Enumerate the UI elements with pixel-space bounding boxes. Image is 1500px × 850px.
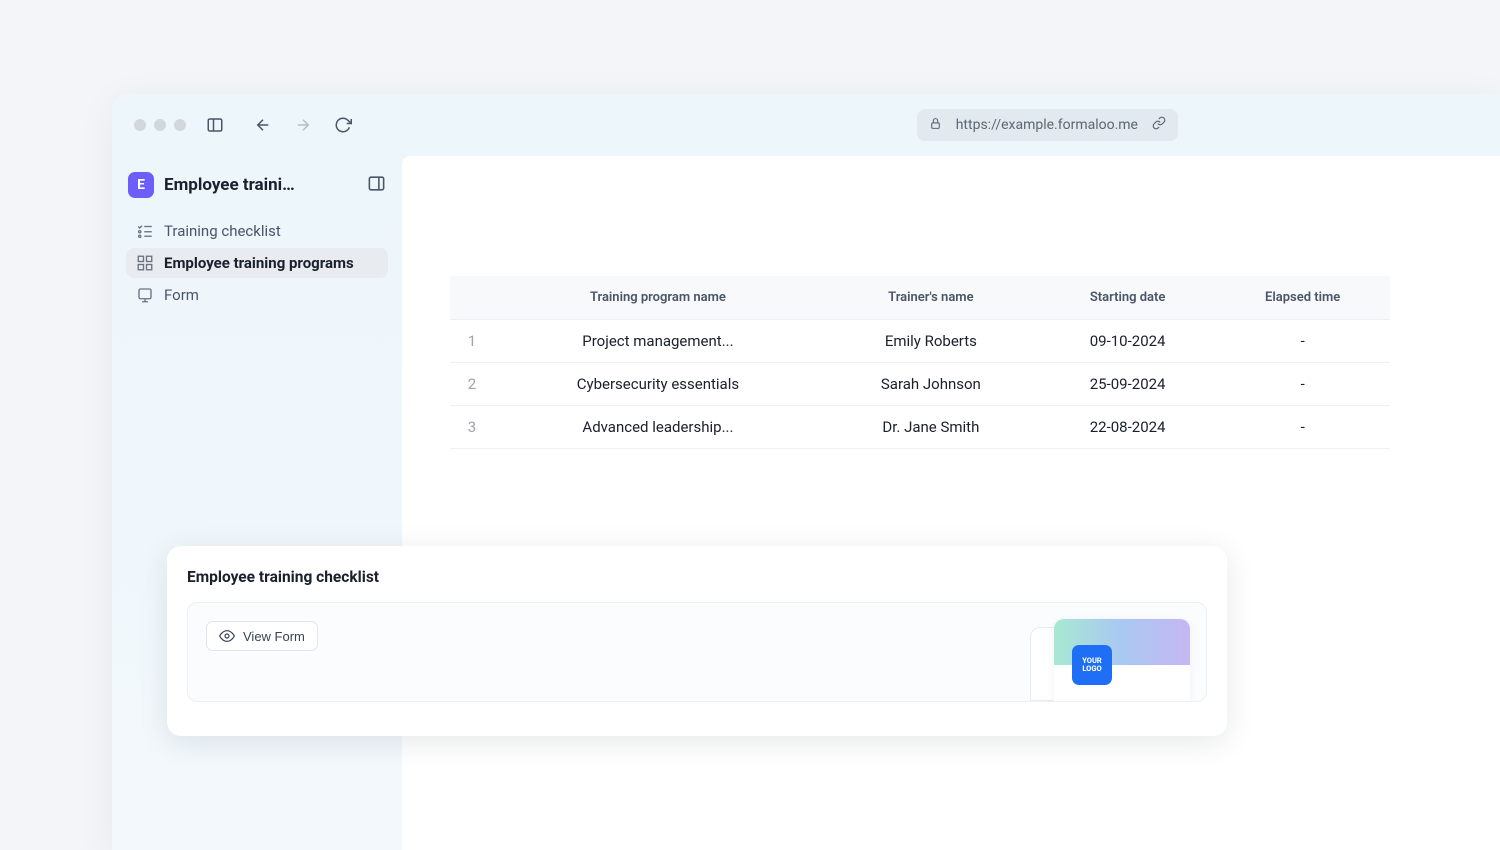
sidebar-panel-icon[interactable]: [206, 116, 224, 134]
table-row[interactable]: 2 Cybersecurity essentials Sarah Johnson…: [450, 363, 1390, 406]
sidebar-item-label: Form: [164, 286, 199, 304]
table-row[interactable]: 1 Project management... Emily Roberts 09…: [450, 320, 1390, 363]
form-icon: [136, 286, 154, 304]
row-number: 1: [450, 320, 494, 363]
cell-elapsed: -: [1215, 406, 1390, 449]
table-row[interactable]: 3 Advanced leadership... Dr. Jane Smith …: [450, 406, 1390, 449]
preview-front-card: YOUR LOGO: [1054, 619, 1190, 701]
maximize-dot[interactable]: [174, 119, 186, 131]
form-preview: YOUR LOGO: [1030, 619, 1190, 701]
view-form-button[interactable]: View Form: [206, 621, 318, 651]
lock-icon: [929, 117, 942, 134]
cell-start: 09-10-2024: [1040, 320, 1215, 363]
grid-icon: [136, 254, 154, 272]
cell-trainer: Emily Roberts: [822, 320, 1040, 363]
sidebar-item-label: Employee training programs: [164, 254, 354, 272]
view-form-label: View Form: [243, 629, 305, 644]
training-programs-table: Training program name Trainer's name Sta…: [450, 276, 1390, 449]
row-number: 3: [450, 406, 494, 449]
sidebar-item-training-programs[interactable]: Employee training programs: [126, 248, 388, 278]
cell-elapsed: -: [1215, 363, 1390, 406]
app-sidebar: E Employee traini… Training checklist Em…: [112, 156, 402, 850]
app-title: Employee traini…: [164, 175, 324, 195]
link-icon[interactable]: [1152, 116, 1166, 134]
main-content: Training program name Trainer's name Sta…: [402, 156, 1500, 850]
browser-titlebar: https://example.formaloo.me: [112, 94, 1500, 156]
card-body: View Form YOUR LOGO: [187, 602, 1207, 702]
checklist-icon: [136, 222, 154, 240]
sidebar-item-training-checklist[interactable]: Training checklist: [126, 216, 388, 246]
sidebar-item-form[interactable]: Form: [126, 280, 388, 310]
window-controls[interactable]: [134, 119, 186, 131]
row-number: 2: [450, 363, 494, 406]
cell-trainer: Sarah Johnson: [822, 363, 1040, 406]
url-text: https://example.formaloo.me: [956, 117, 1138, 133]
app-header: E Employee traini…: [126, 168, 388, 216]
minimize-dot[interactable]: [154, 119, 166, 131]
cell-program: Project management...: [494, 320, 822, 363]
eye-icon: [219, 628, 235, 644]
col-program-name[interactable]: Training program name: [494, 276, 822, 320]
checklist-card: Employee training checklist View Form YO…: [167, 546, 1227, 736]
your-logo-placeholder: YOUR LOGO: [1072, 645, 1112, 685]
col-elapsed-time[interactable]: Elapsed time: [1215, 276, 1390, 320]
close-dot[interactable]: [134, 119, 146, 131]
sidebar-item-label: Training checklist: [164, 222, 281, 240]
app-logo: E: [128, 172, 154, 198]
col-starting-date[interactable]: Starting date: [1040, 276, 1215, 320]
cell-program: Cybersecurity essentials: [494, 363, 822, 406]
back-icon[interactable]: [254, 116, 272, 134]
col-trainer-name[interactable]: Trainer's name: [822, 276, 1040, 320]
card-title: Employee training checklist: [187, 568, 1207, 586]
cell-program: Advanced leadership...: [494, 406, 822, 449]
cell-trainer: Dr. Jane Smith: [822, 406, 1040, 449]
collapse-sidebar-icon[interactable]: [367, 174, 386, 197]
url-bar[interactable]: https://example.formaloo.me: [917, 109, 1178, 141]
forward-icon: [294, 116, 312, 134]
cell-start: 22-08-2024: [1040, 406, 1215, 449]
reload-icon[interactable]: [334, 116, 352, 134]
browser-window: https://example.formaloo.me E Employee t…: [112, 94, 1500, 850]
cell-elapsed: -: [1215, 320, 1390, 363]
cell-start: 25-09-2024: [1040, 363, 1215, 406]
